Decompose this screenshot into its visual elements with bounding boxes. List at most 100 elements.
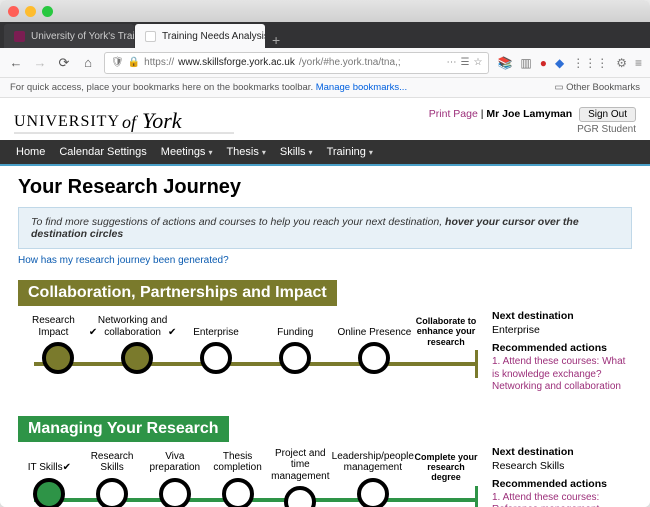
destination-research-skills[interactable]: Research Skills [81, 448, 144, 507]
main-nav: Home Calendar Settings Meetings▾ Thesis ▾… [0, 140, 650, 164]
nav-back-icon[interactable]: ← [8, 55, 24, 71]
check-icon: ✔ [63, 462, 71, 474]
user-role: PGR Student [429, 124, 636, 135]
dest-label: Enterprise [193, 327, 239, 339]
extension-icon[interactable]: ◆ [555, 56, 564, 70]
dest-circle [96, 478, 128, 507]
info-text-a: To find more suggestions of actions and … [31, 216, 445, 228]
permissions-icon[interactable]: ☰ [461, 57, 470, 68]
browser-tab-2[interactable]: Training Needs Analysis (TNA) × [135, 24, 265, 48]
lock-icon: 🔒 [128, 57, 140, 68]
dest-label: IT Skills [28, 462, 63, 474]
library-icon[interactable]: 📚 [497, 56, 512, 70]
track-header-collaboration: Collaboration, Partnerships and Impact [18, 280, 337, 306]
nav-skills[interactable]: Skills▾ [280, 146, 313, 158]
settings-gear-icon[interactable]: ⚙ [616, 56, 627, 70]
destinations-row: IT Skills ✔ Research Skills Viva prepara… [18, 448, 478, 507]
other-bookmarks-label: Other Bookmarks [566, 82, 640, 93]
nav-label: Training [327, 146, 366, 158]
track-collaboration: Research Impact ✔ Networking and collabo… [18, 306, 632, 394]
how-generated-link[interactable]: How has my research journey been generat… [18, 255, 632, 266]
manage-bookmarks-link[interactable]: Manage bookmarks... [316, 82, 407, 93]
dest-circle [284, 486, 316, 507]
rec-actions-heading: Recommended actions [492, 478, 632, 490]
other-bookmarks-button[interactable]: ▭ Other Bookmarks [554, 82, 640, 93]
next-dest-value: Enterprise [492, 324, 632, 336]
address-bar[interactable]: 🛡 🔒 https://www.skillsforge.york.ac.uk/y… [104, 52, 489, 74]
account-icon[interactable]: ⋮⋮⋮ [572, 56, 608, 70]
rec-actions-heading: Recommended actions [492, 342, 632, 354]
alert-icon[interactable]: ● [540, 56, 547, 70]
main-content: Your Research Journey To find more sugge… [0, 166, 650, 507]
destination-viva[interactable]: Viva preparation [143, 448, 206, 507]
track-header-managing: Managing Your Research [18, 416, 229, 442]
chevron-down-icon: ▾ [369, 148, 373, 157]
url-prefix: https:// [144, 57, 174, 68]
nav-home-icon[interactable]: ⌂ [80, 55, 96, 71]
dest-label: Research Skills [81, 451, 144, 474]
dest-circle [121, 342, 153, 374]
destinations-row: Research Impact ✔ Networking and collabo… [18, 312, 478, 374]
destination-thesis-completion[interactable]: Thesis completion [206, 448, 269, 507]
check-icon: ✔ [168, 327, 176, 339]
menu-icon[interactable]: ≡ [635, 56, 642, 70]
nav-label: Calendar Settings [59, 146, 146, 158]
destination-enterprise[interactable]: Enterprise [176, 312, 255, 374]
next-dest-value: Research Skills [492, 460, 632, 472]
tab-new-icon[interactable]: + [266, 32, 286, 48]
dest-label: Thesis completion [206, 451, 269, 474]
nav-label: Skills [280, 146, 306, 158]
site-header: UNIVERSITY of York Print Page | Mr Joe L… [0, 98, 650, 140]
destination-online-presence[interactable]: Online Presence [335, 312, 414, 374]
destination-project-time[interactable]: Project and time management [269, 448, 332, 507]
sidebar-icon[interactable]: ▥ [520, 56, 531, 70]
track-sidebar: Next destination Enterprise Recommended … [492, 306, 632, 394]
bookmarks-bar: For quick access, place your bookmarks h… [0, 78, 650, 98]
traffic-min[interactable] [25, 6, 36, 17]
browser-tab-1[interactable]: University of York's Training … [4, 24, 134, 48]
chevron-down-icon: ▾ [309, 148, 313, 157]
track-managing: IT Skills ✔ Research Skills Viva prepara… [18, 442, 632, 507]
destination-funding[interactable]: Funding [256, 312, 335, 374]
destination-leadership[interactable]: Leadership/people management [332, 448, 414, 507]
track-sidebar: Next destination Research Skills Recomme… [492, 442, 632, 507]
shield-icon: 🛡 [111, 57, 124, 68]
svg-text:York: York [142, 108, 183, 133]
traffic-max[interactable] [42, 6, 53, 17]
dest-label: Networking and collaboration [97, 315, 168, 338]
nav-reload-icon[interactable]: ⟳ [56, 55, 72, 71]
dest-circle [159, 478, 191, 507]
traffic-close[interactable] [8, 6, 19, 17]
url-path: /york/#he.york.tna/tna,; [299, 57, 401, 68]
dest-label: Research Impact [18, 315, 89, 338]
nav-training[interactable]: Training▾ [327, 146, 373, 158]
svg-text:UNIVERSITY: UNIVERSITY [14, 113, 120, 130]
destination-research-impact[interactable]: Research Impact ✔ [18, 312, 97, 374]
nav-label: Home [16, 146, 45, 158]
nav-calendar-settings[interactable]: Calendar Settings [59, 146, 146, 158]
reader-icon[interactable]: ⋯ [447, 57, 457, 68]
university-logo: UNIVERSITY of York [14, 106, 234, 136]
info-banner: To find more suggestions of actions and … [18, 207, 632, 249]
chevron-down-icon: ▾ [262, 148, 266, 157]
bookmark-star-icon[interactable]: ☆ [473, 57, 482, 68]
next-dest-heading: Next destination [492, 446, 632, 458]
destination-it-skills[interactable]: IT Skills ✔ [18, 448, 81, 507]
nav-forward-icon: → [32, 55, 48, 71]
dest-circle [358, 342, 390, 374]
print-link[interactable]: Print Page [429, 108, 478, 120]
dest-circle [222, 478, 254, 507]
next-dest-heading: Next destination [492, 310, 632, 322]
nav-meetings[interactable]: Meetings▾ [161, 146, 213, 158]
nav-label: Thesis [226, 146, 258, 158]
page-title: Your Research Journey [18, 176, 632, 199]
tab-favicon [14, 31, 25, 42]
nav-thesis[interactable]: Thesis ▾ [226, 146, 265, 158]
tab-label: University of York's Training … [31, 31, 134, 42]
nav-home[interactable]: Home [16, 146, 45, 158]
signout-button[interactable]: Sign Out [579, 107, 636, 122]
check-icon: ✔ [89, 327, 97, 339]
dest-label: Viva preparation [143, 451, 206, 474]
page-viewport[interactable]: UNIVERSITY of York Print Page | Mr Joe L… [0, 98, 650, 507]
destination-networking[interactable]: Networking and collaboration ✔ [97, 312, 176, 374]
